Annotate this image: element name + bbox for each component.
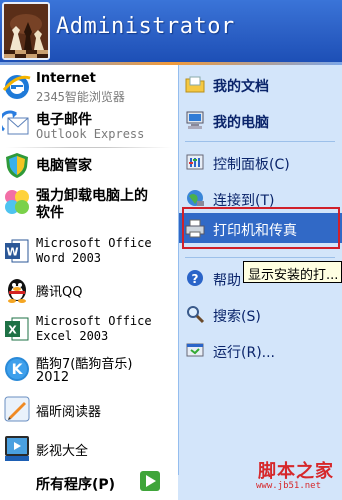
watermark-url: www.jb51.net [256,481,322,491]
program-kugou[interactable]: K 酷狗7(酷狗音乐) 2012 [0,351,178,387]
help-label: 帮助 [213,273,241,289]
pinned-item-email[interactable]: 电子邮件 Outlook Express [0,107,178,143]
run-icon [186,343,204,357]
email-title: 电子邮件 [36,112,92,128]
help-icon: ? [187,270,203,286]
qq-penguin-icon [8,279,26,303]
left-programs-panel: Internet 2345智能浏览器 电子邮件 Outlook Express … [0,65,178,465]
my-computer-icon [186,111,204,129]
excel-label-2: Excel 2003 [36,329,109,343]
search-label: 搜索(S) [213,309,261,325]
svg-text:W: W [6,246,18,259]
email-subtitle: Outlook Express [36,127,145,141]
connect-to-icon [187,190,204,206]
chess-pieces-image [4,4,48,58]
kugou-label-2: 2012 [36,370,70,385]
program-excel[interactable]: X Microsoft Office Excel 2003 [0,311,178,347]
program-uninstaller[interactable]: 强力卸载电脑上的 软件 [0,183,178,221]
pinned-item-internet[interactable]: Internet 2345智能浏览器 [0,69,178,105]
all-programs-button[interactable]: 所有程序(P) [0,465,178,500]
svg-text:K: K [12,362,24,378]
highlight-annotation-box [182,207,340,249]
my-documents-label: 我的文档 [213,79,269,95]
internet-title: Internet [36,71,96,86]
user-avatar[interactable] [2,2,50,60]
printer-tooltip: 显示安装的打... [243,261,342,283]
program-word[interactable]: W Microsoft Office Word 2003 [0,233,178,269]
computer-manager-label: 电脑管家 [36,158,92,174]
computer-manager-shield-icon [6,153,28,178]
kugou-icon: K [5,357,29,381]
place-my-computer[interactable]: 我的电脑 [179,105,342,135]
watermark-title: 脚本之家 [258,461,334,482]
svg-text:?: ? [192,272,199,286]
search-icon [187,306,205,324]
foxit-reader-icon [4,396,30,422]
program-computer-manager[interactable]: 电脑管家 [0,149,178,181]
place-my-documents[interactable]: 我的文档 [179,69,342,99]
user-name: Administrator [56,14,235,39]
program-qq[interactable]: 腾讯QQ [0,273,178,305]
word-label-1: Microsoft Office [36,236,152,250]
right-separator-1 [185,141,335,142]
place-run[interactable]: 运行(R)... [179,335,342,365]
run-label: 运行(R)... [213,345,276,361]
excel-icon: X [5,317,29,341]
place-control-panel[interactable]: 控制面板(C) [179,147,342,177]
place-search[interactable]: 搜索(S) [179,299,342,329]
control-panel-label: 控制面板(C) [213,157,290,173]
right-separator-2 [185,257,335,258]
control-panel-icon [186,154,204,170]
outlook-express-icon [2,110,29,135]
uninstaller-label-2: 软件 [36,205,64,221]
internet-subtitle: 2345智能浏览器 [36,90,125,104]
word-label-2: Word 2003 [36,251,102,265]
all-programs-label: 所有程序(P) [36,477,116,493]
excel-label-1: Microsoft Office [36,314,152,328]
program-video[interactable]: 影视大全 [0,431,178,465]
video-label: 影视大全 [36,444,89,459]
foxit-label: 福昕阅读器 [36,405,102,420]
svg-text:X: X [8,324,17,337]
word-icon: W [5,239,29,263]
video-player-icon [5,436,29,461]
green-arrow-icon [140,471,160,491]
program-foxit-reader[interactable]: 福昕阅读器 [0,393,178,425]
start-menu-header: Administrator [0,0,342,62]
my-computer-label: 我的电脑 [213,115,269,131]
qq-label: 腾讯QQ [36,285,83,300]
uninstaller-clover-icon [5,190,29,214]
ie-browser-icon [2,75,31,99]
pinned-separator [6,147,172,148]
my-documents-icon [185,76,205,93]
